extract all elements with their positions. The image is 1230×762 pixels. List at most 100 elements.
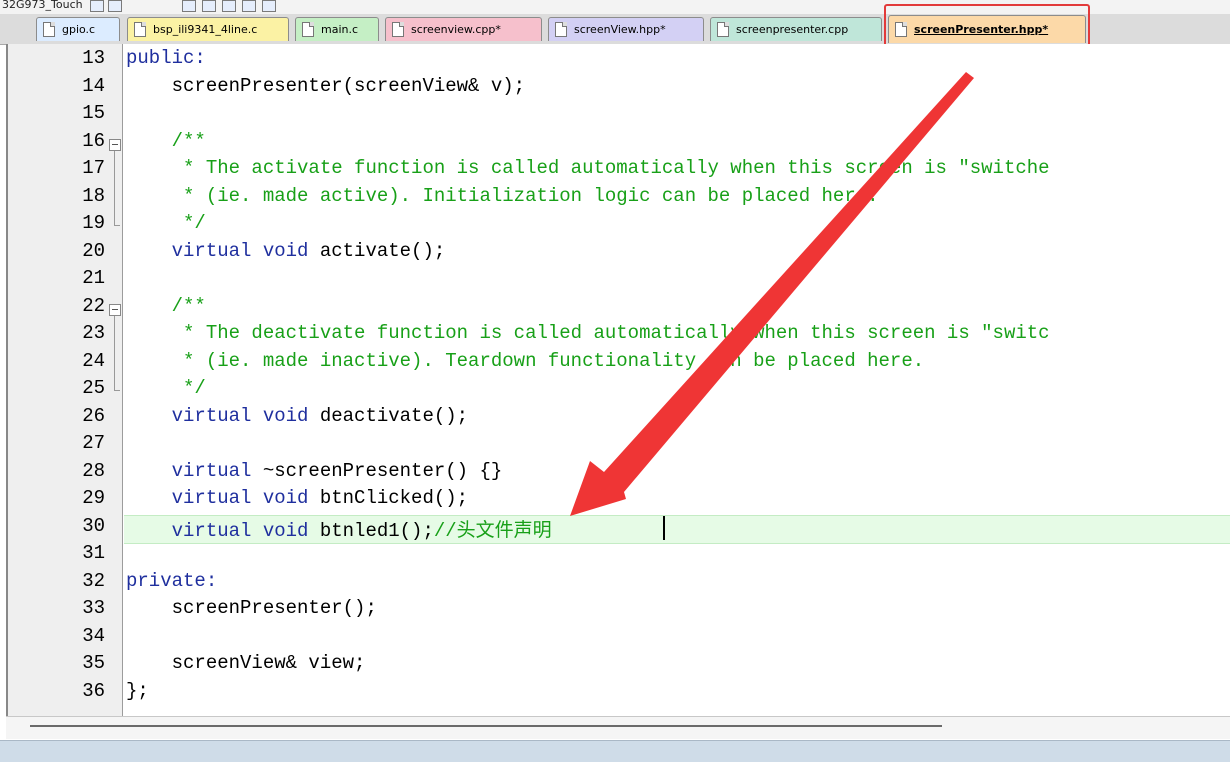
tab-label: screenview.cpp* — [411, 23, 501, 36]
fold-toggle-icon[interactable] — [109, 303, 121, 316]
tab-label: gpio.c — [62, 23, 96, 36]
keyword-token: virtual — [126, 459, 252, 482]
code-token: btnClicked(); — [308, 487, 469, 509]
line-number: 23 — [82, 322, 105, 344]
fold-range-line — [114, 315, 115, 390]
keyword-token: public: — [126, 47, 206, 69]
code-line[interactable]: /** — [126, 295, 206, 317]
code-line[interactable]: screenPresenter(screenView& v); — [126, 75, 525, 97]
line-number: 33 — [82, 597, 105, 619]
comment-token: //头文件声明 — [433, 519, 552, 542]
line-number: 16 — [82, 129, 105, 152]
toolbar-icon-4[interactable] — [242, 0, 256, 12]
keyword-token: virtual void — [126, 487, 309, 509]
code-line[interactable]: * The deactivate function is called auto… — [126, 322, 1050, 344]
tab-gpio-c[interactable]: gpio.c — [36, 17, 120, 41]
comment-token: */ — [126, 377, 206, 399]
code-token: deactivate(); — [308, 404, 469, 427]
horizontal-scrollbar[interactable] — [6, 716, 1230, 739]
code-line[interactable]: * (ie. made active). Initialization logi… — [126, 185, 879, 207]
code-editor[interactable]: 13 14 15 16 17 18 19 20 21 22 23 24 25 26 27 28 29 30 31 32… — [6, 44, 1230, 716]
line-number: 34 — [82, 624, 105, 647]
line-number: 13 — [82, 47, 105, 69]
code-line[interactable]: screenView& view; — [126, 652, 366, 674]
line-number: 27 — [82, 432, 105, 454]
scrollbar-thumb[interactable] — [30, 725, 942, 727]
comment-token: * The deactivate function is called auto… — [126, 322, 1050, 344]
code-token: }; — [126, 679, 149, 702]
line-number: 18 — [82, 184, 105, 207]
tab-label: screenpresenter.cpp — [736, 23, 849, 36]
file-icon — [555, 22, 567, 37]
line-number: 14 — [82, 74, 105, 97]
fold-end-marker — [114, 390, 120, 391]
code-line[interactable]: public: — [126, 47, 206, 69]
line-number: 25 — [82, 377, 105, 399]
line-number: 17 — [82, 157, 105, 179]
tab-screenview-hpp[interactable]: screenView.hpp* — [548, 17, 704, 41]
code-line[interactable]: }; — [126, 680, 149, 702]
line-number: 35 — [82, 652, 105, 674]
text-cursor — [663, 516, 665, 540]
line-number: 29 — [82, 487, 105, 509]
keyword-token: private: — [126, 569, 218, 592]
code-line[interactable]: virtual void btnled1();//头文件声明 — [126, 515, 552, 542]
comment-token: /** — [126, 294, 206, 317]
tab-screenpresenter-cpp[interactable]: screenpresenter.cpp — [710, 17, 882, 41]
code-line[interactable]: */ — [126, 212, 206, 234]
line-number: 30 — [82, 514, 105, 537]
keyword-token: virtual void — [126, 519, 309, 542]
line-number: 28 — [82, 459, 105, 482]
code-line[interactable]: virtual void deactivate(); — [126, 405, 468, 427]
file-icon — [302, 22, 314, 37]
file-icon — [43, 22, 55, 37]
code-token: screenPresenter(); — [126, 597, 377, 619]
line-number: 24 — [82, 349, 105, 372]
toolbar-icon-1[interactable] — [182, 0, 196, 12]
code-line[interactable]: * (ie. made inactive). Teardown function… — [126, 350, 924, 372]
tab-label: bsp_ili9341_4line.c — [153, 23, 258, 36]
code-line[interactable]: screenPresenter(); — [126, 597, 377, 619]
line-number-gutter: 13 14 15 16 17 18 19 20 21 22 23 24 25 26 27 28 29 30 31 32… — [8, 44, 123, 716]
tab-label: screenView.hpp* — [574, 23, 666, 36]
fold-end-marker — [114, 225, 120, 226]
code-line[interactable]: private: — [126, 570, 217, 592]
file-icon — [134, 22, 146, 37]
tab-screenview-cpp[interactable]: screenview.cpp* — [385, 17, 542, 41]
comment-token: */ — [126, 212, 206, 234]
code-line[interactable]: virtual void btnClicked(); — [126, 487, 468, 509]
line-number: 20 — [82, 239, 105, 262]
comment-token: /** — [126, 129, 206, 152]
toolbar-icon-2[interactable] — [202, 0, 216, 12]
tab-label: main.c — [321, 23, 359, 36]
line-number: 22 — [82, 294, 105, 317]
code-token: screenView& view; — [126, 652, 366, 674]
line-number: 15 — [82, 102, 105, 124]
tab-main-c[interactable]: main.c — [295, 17, 379, 41]
fold-range-line — [114, 150, 115, 225]
toolbar-icon-5[interactable] — [262, 0, 276, 12]
file-icon — [717, 22, 729, 37]
tab-bsp-ili9341-4line-c[interactable]: bsp_ili9341_4line.c — [127, 17, 289, 41]
keyword-token: virtual void — [126, 239, 309, 262]
comment-token: * (ie. made inactive). Teardown function… — [126, 349, 925, 372]
project-selector[interactable]: 32G973_Touch — [2, 0, 83, 11]
code-line[interactable]: virtual ~screenPresenter() {} — [126, 459, 503, 482]
line-number: 36 — [82, 679, 105, 702]
status-bar — [0, 740, 1230, 762]
keyword-token: virtual void — [126, 404, 309, 427]
code-line[interactable]: virtual void activate(); — [126, 239, 446, 262]
line-number: 31 — [82, 542, 105, 564]
line-number: 26 — [82, 404, 105, 427]
dropdown-arrow-icon[interactable] — [90, 0, 104, 12]
code-token: activate(); — [308, 239, 446, 262]
code-line[interactable]: /** — [126, 130, 206, 152]
code-token: screenPresenter(screenView& v); — [126, 74, 526, 97]
toolbar-icon-3[interactable] — [222, 0, 236, 12]
line-number: 19 — [82, 212, 105, 234]
fold-toggle-icon[interactable] — [109, 138, 121, 151]
code-line[interactable]: */ — [126, 377, 206, 399]
code-line[interactable]: * The activate function is called automa… — [126, 157, 1050, 179]
line-number: 32 — [82, 569, 105, 592]
options-icon[interactable] — [108, 0, 122, 12]
